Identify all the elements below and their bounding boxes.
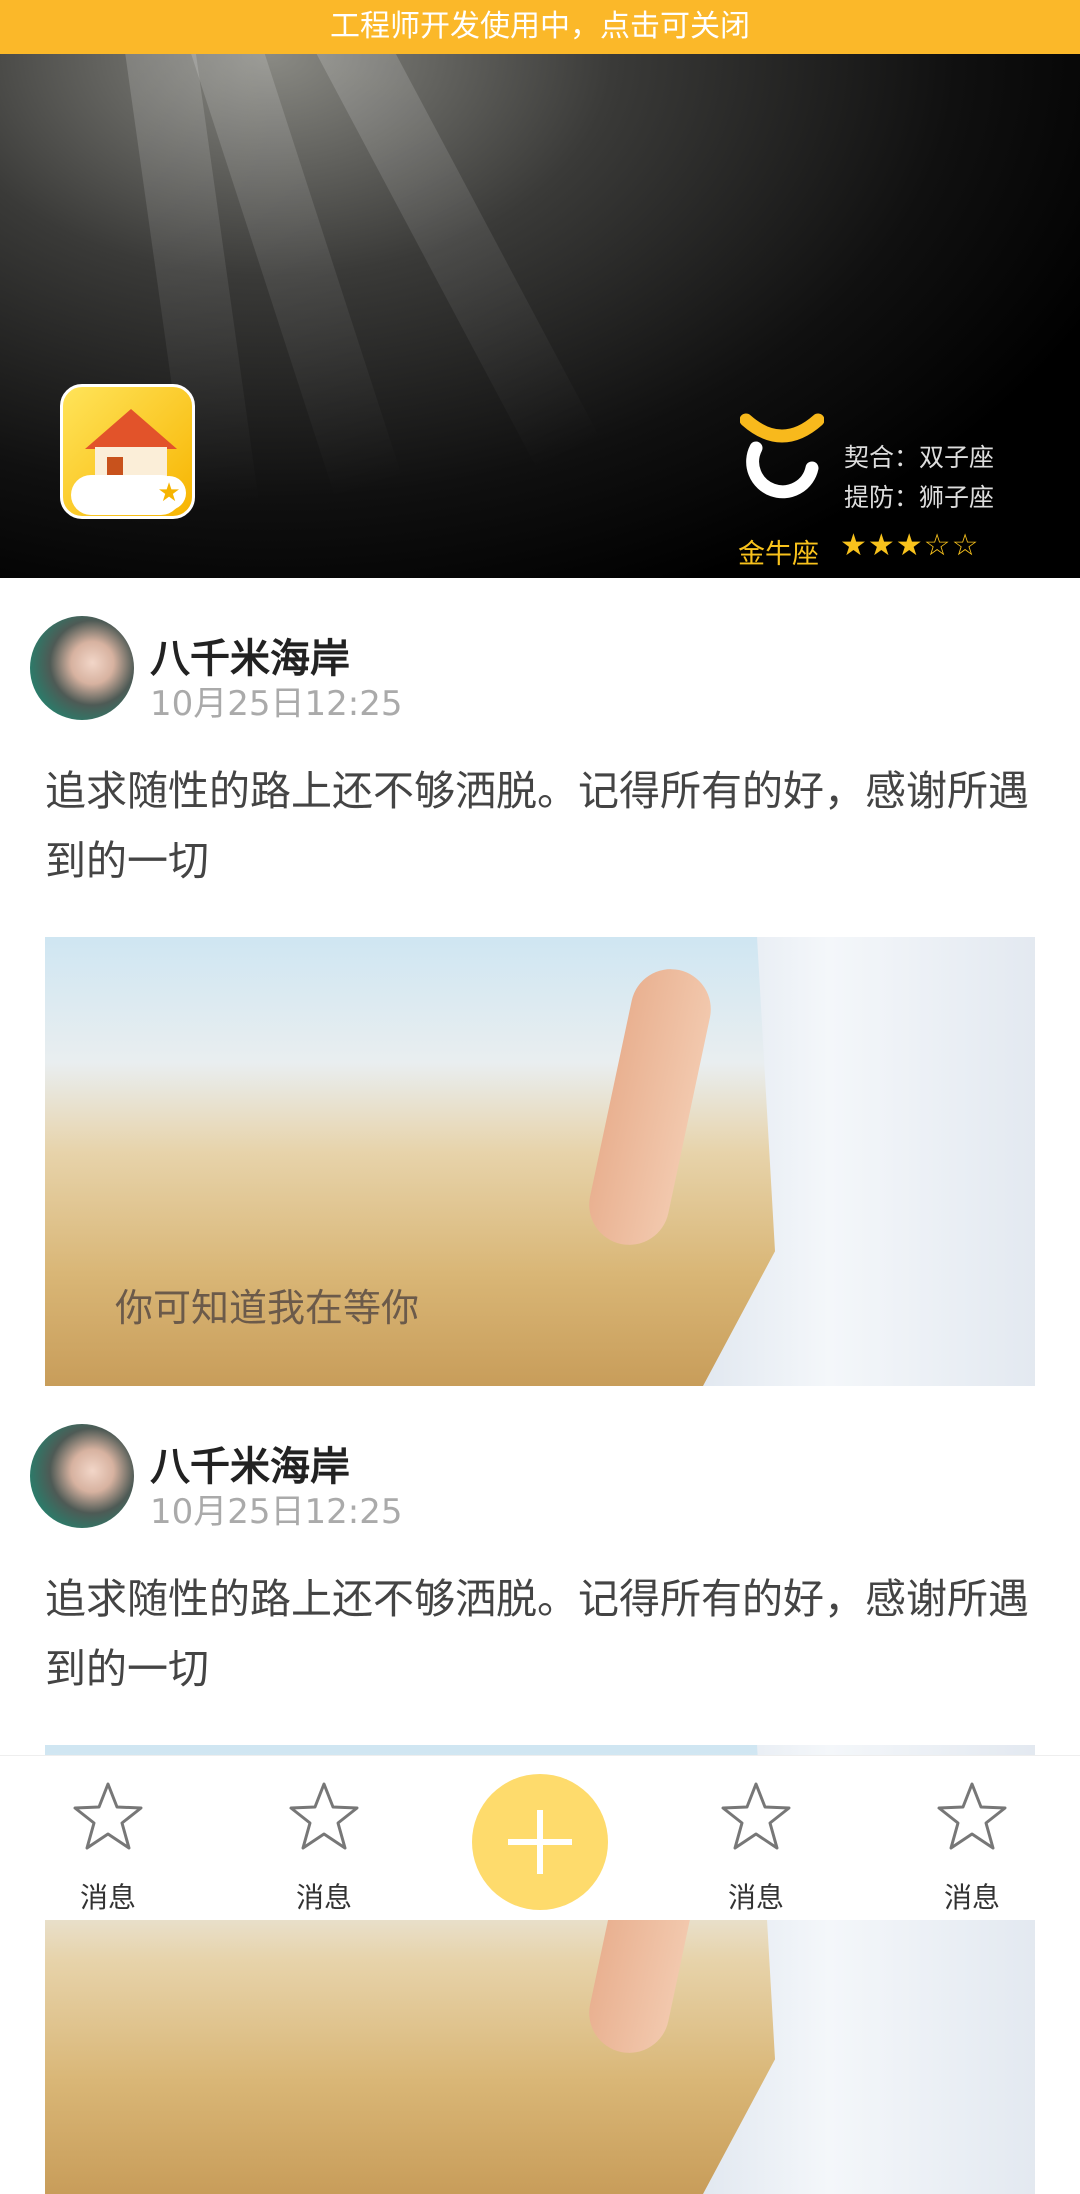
nav-item-messages-1[interactable]: 消息 xyxy=(0,1756,216,1921)
nav-label: 消息 xyxy=(295,1881,352,1914)
bottom-nav: 消息 消息 消息 消息 xyxy=(0,1755,1080,1920)
avatar[interactable] xyxy=(30,616,134,720)
nav-item-messages-4[interactable]: 消息 xyxy=(864,1756,1080,1921)
taurus-icon xyxy=(740,413,824,499)
add-post-button[interactable] xyxy=(472,1774,608,1910)
zodiac-match: 契合：双子座 xyxy=(844,443,995,472)
developer-mode-banner[interactable]: 工程师开发使用中，点击可关闭 xyxy=(0,0,1080,54)
post-text: 追求随性的路上还不够洒脱。记得所有的好，感谢所遇到的一切 xyxy=(45,1575,1029,1693)
image-caption: 你可知道我在等你 xyxy=(115,1286,420,1330)
nav-item-messages-2[interactable]: 消息 xyxy=(216,1756,432,1921)
post-time: 10月25日12:25 xyxy=(150,684,403,724)
star-icon xyxy=(289,1782,359,1850)
nav-label: 消息 xyxy=(943,1881,1000,1914)
zodiac-beware: 提防：狮子座 xyxy=(844,483,995,512)
post-text: 追求随性的路上还不够洒脱。记得所有的好，感谢所遇到的一切 xyxy=(45,767,1029,885)
avatar[interactable] xyxy=(30,1424,134,1528)
star-icon xyxy=(937,1782,1007,1850)
nav-label: 消息 xyxy=(79,1881,136,1914)
star-badge-icon: ★ xyxy=(152,476,186,510)
nav-label: 消息 xyxy=(727,1881,784,1914)
post-image[interactable]: 你可知道我在等你 xyxy=(45,937,1035,1386)
star-icon xyxy=(721,1782,791,1850)
header-banner: ★ 契合：双子座 提防：狮子座 金牛座 ★★★☆☆ xyxy=(0,54,1080,578)
star-icon xyxy=(73,1782,143,1850)
nav-item-messages-3[interactable]: 消息 xyxy=(648,1756,864,1921)
zodiac-rating-stars: ★★★☆☆ xyxy=(840,528,980,563)
zodiac-sign: 金牛座 xyxy=(738,539,819,570)
post-time: 10月25日12:25 xyxy=(150,1492,403,1532)
home-app-icon[interactable]: ★ xyxy=(60,384,195,519)
